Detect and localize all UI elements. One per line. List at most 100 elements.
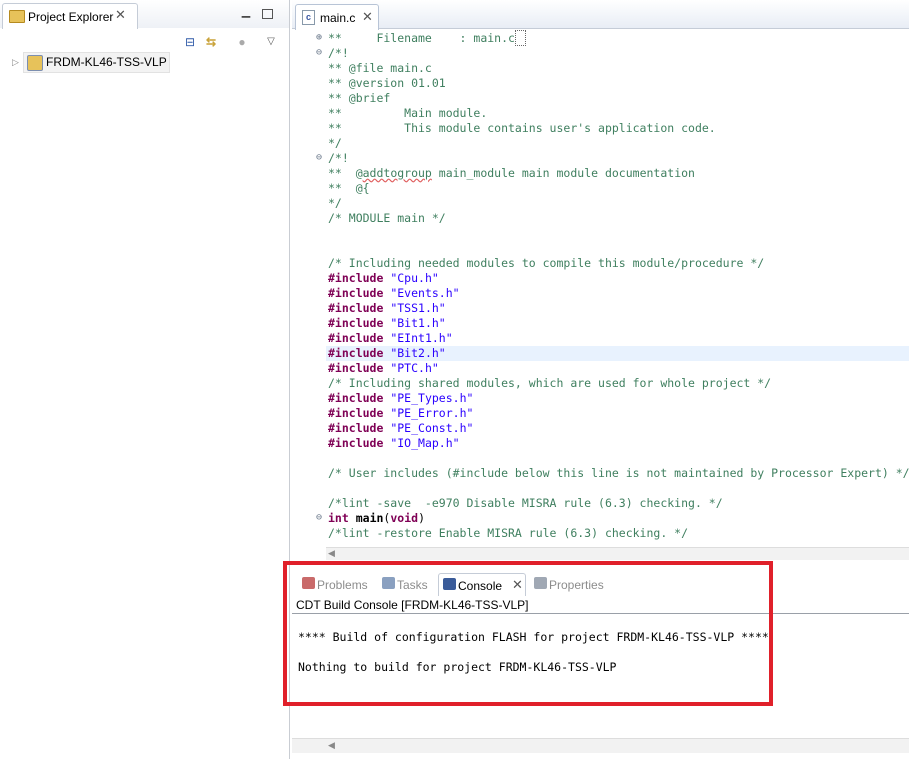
editor-horizontal-scrollbar[interactable]: ◀ (326, 547, 909, 560)
filter-icon[interactable]: ● (234, 34, 250, 50)
code-token: */ (328, 196, 342, 210)
tab-label: Console (458, 579, 503, 593)
tree-item-project[interactable]: FRDM-KL46-TSS-VLP (23, 52, 170, 73)
tasks-icon (382, 577, 395, 589)
console-panel: Problems Tasks Console ✕ Properties CDT Buil… (292, 566, 909, 759)
code-token: "PE_Const.h" (390, 421, 474, 435)
fold-toggle-icon[interactable]: ⊕ (316, 33, 326, 43)
code-line: /* Including shared modules, which are u… (328, 376, 771, 391)
scroll-left-icon[interactable]: ◀ (328, 740, 335, 751)
close-icon[interactable]: ✕ (512, 577, 523, 593)
code-token: #include (328, 421, 384, 435)
code-line: */ (328, 196, 342, 211)
editor-tabbar: c main.c ✕ (292, 0, 909, 30)
code-token: /*! (328, 151, 349, 165)
code-token: ** @ (328, 166, 363, 180)
code-line: #include "Cpu.h" (328, 271, 439, 286)
code-token: #include (328, 301, 384, 315)
properties-icon (534, 577, 547, 589)
link-with-editor-icon[interactable]: ⇆ (203, 34, 219, 50)
tab-label: Properties (549, 578, 604, 592)
editor-panel: c main.c ✕ ⊕ ** Filename : main.c ⊖/*! ** … (292, 0, 909, 560)
console-line: **** Build of configuration FLASH for pr… (298, 630, 769, 644)
tab-console[interactable]: Console ✕ (438, 573, 526, 596)
tab-label: main.c (320, 11, 356, 25)
close-icon[interactable]: ✕ (362, 9, 373, 25)
code-token: "PE_Types.h" (390, 391, 474, 405)
code-line: /* User includes (#include below this li… (328, 466, 909, 481)
code-token: ** @brief (328, 91, 391, 105)
code-line: #include "PE_Error.h" (328, 406, 473, 421)
console-horizontal-scrollbar[interactable]: ◀ (292, 738, 909, 753)
tab-label: Problems (317, 578, 368, 592)
c-file-icon: c (302, 10, 315, 25)
fold-toggle-icon[interactable]: ⊖ (316, 513, 326, 523)
code-line: #include "PE_Types.h" (328, 391, 473, 406)
project-icon (27, 55, 43, 71)
tab-project-explorer[interactable]: Project Explorer ✕ (2, 3, 138, 29)
console-line: Nothing to build for project FRDM-KL46-T… (298, 660, 617, 674)
code-token: ** Filename : main.c (328, 31, 515, 45)
code-line: #include "PTC.h" (328, 361, 439, 376)
code-line: int main(void) (328, 511, 425, 526)
code-token: #include (328, 271, 384, 285)
code-line: #include "PE_Const.h" (328, 421, 473, 436)
code-token: */ (328, 136, 342, 150)
code-token: #include (328, 316, 384, 330)
code-token: #include (328, 391, 384, 405)
code-line: ** @{ (328, 181, 370, 196)
code-editor[interactable]: ⊕ ** Filename : main.c ⊖/*! ** @file main.… (292, 30, 909, 547)
tab-main-c[interactable]: c main.c ✕ (295, 4, 379, 30)
code-token: ) (418, 511, 425, 525)
code-token: "Bit1.h" (390, 316, 446, 330)
code-token: ** @version 01.01 (328, 76, 446, 90)
code-token: ** This module contains user's applicati… (328, 121, 716, 135)
code-token: /* MODULE main */ (328, 211, 446, 225)
code-token: ** @file main.c (328, 61, 432, 75)
code-line: ** This module contains user's applicati… (328, 121, 716, 136)
code-token: "PE_Error.h" (390, 406, 474, 420)
code-token: /*lint -restore Enable MISRA rule (6.3) … (328, 526, 689, 540)
code-token: "Bit2.h" (390, 346, 446, 360)
expand-arrow-icon[interactable]: ▷ (12, 57, 19, 68)
console-tabbar: Problems Tasks Console ✕ Properties (292, 570, 909, 596)
code-token: #include (328, 346, 384, 360)
code-line: #include "Bit1.h" (328, 316, 446, 331)
project-name: FRDM-KL46-TSS-VLP (46, 55, 167, 69)
collapse-all-icon[interactable]: ⊟ (182, 34, 198, 50)
scroll-left-icon[interactable]: ◀ (328, 548, 335, 559)
code-token: /*lint -save -e970 Disable MISRA rule (6… (328, 496, 723, 510)
tab-tasks[interactable]: Tasks (378, 573, 436, 595)
fold-toggle-icon[interactable]: ⊖ (316, 48, 326, 58)
code-line: ** @brief (328, 91, 390, 106)
tab-label: Tasks (397, 578, 428, 592)
view-menu-icon[interactable]: ▽ (263, 34, 279, 50)
code-line: ** @file main.c (328, 61, 432, 76)
project-explorer-tabbar: Project Explorer ✕ ▁ (0, 0, 289, 29)
code-token: #include (328, 331, 384, 345)
code-line: ** Filename : main.c (328, 30, 526, 46)
code-token: void (390, 511, 419, 525)
tab-label: Project Explorer (28, 10, 114, 24)
close-icon[interactable]: ✕ (115, 7, 126, 23)
code-line: /*! (328, 151, 349, 166)
code-token: "PTC.h" (390, 361, 439, 375)
tab-problems[interactable]: Problems (298, 573, 374, 595)
code-token: /*! (328, 46, 349, 60)
fold-toggle-icon[interactable]: ⊖ (316, 153, 326, 163)
maximize-icon[interactable] (262, 9, 273, 19)
minimize-icon[interactable]: ▁ (240, 6, 252, 18)
tab-properties[interactable]: Properties (530, 573, 620, 595)
code-token: "TSS1.h" (390, 301, 446, 315)
code-line: #include "TSS1.h" (328, 301, 446, 316)
code-token: addtogroup (362, 166, 432, 180)
code-token: #include (328, 361, 384, 375)
problems-icon (302, 577, 315, 589)
code-token: #include (328, 436, 384, 450)
code-token: main (355, 511, 384, 525)
code-line: ** @version 01.01 (328, 76, 446, 91)
code-line: /* Including needed modules to compile t… (328, 256, 764, 271)
code-token: ** Main module. (328, 106, 488, 120)
code-token (514, 30, 526, 46)
